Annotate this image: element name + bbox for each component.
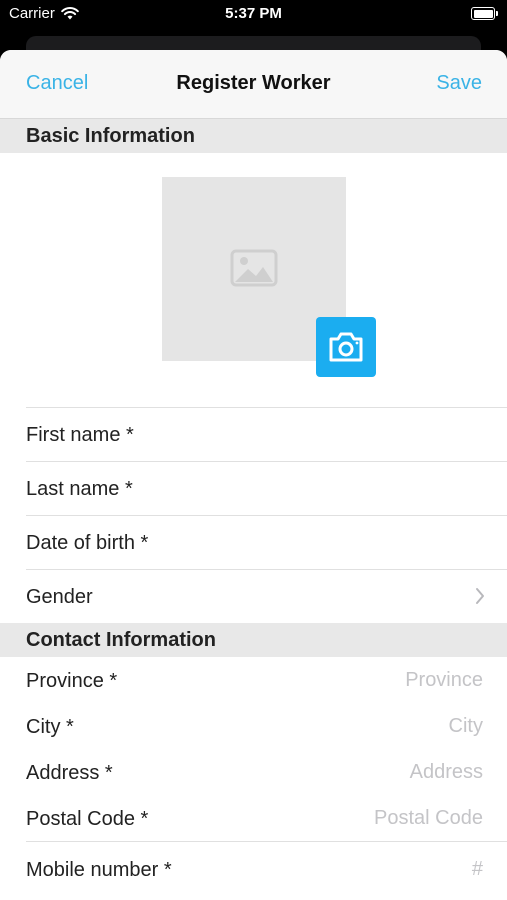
postal-code-input[interactable]: [223, 805, 483, 831]
province-input[interactable]: [223, 667, 483, 693]
city-row: City *: [0, 703, 507, 749]
city-input[interactable]: [223, 713, 483, 739]
page-title: Register Worker: [176, 72, 331, 94]
gender-label: Gender: [26, 586, 93, 608]
status-time: 5:37 PM: [225, 5, 282, 22]
postal-code-label: Postal Code *: [26, 808, 149, 830]
address-input[interactable]: [223, 759, 483, 785]
last-name-field[interactable]: Last name *: [26, 461, 507, 515]
camera-icon: [329, 332, 363, 362]
photo-area: [0, 153, 507, 407]
camera-button[interactable]: [316, 317, 376, 377]
province-row: Province *: [0, 657, 507, 703]
first-name-field[interactable]: First name *: [26, 407, 507, 461]
section-header-basic-information: Basic Information: [0, 119, 507, 153]
navigation-bar: Cancel Register Worker Save: [0, 50, 507, 119]
province-label: Province *: [26, 670, 118, 692]
last-name-label: Last name *: [26, 478, 133, 500]
date-of-birth-field[interactable]: Date of birth *: [26, 515, 507, 569]
mobile-number-row: Mobile number *: [0, 842, 507, 896]
city-label: City *: [26, 716, 74, 738]
section-header-contact-information: Contact Information: [0, 623, 507, 657]
status-bar: Carrier 5:37 PM: [0, 0, 507, 34]
battery-icon: [471, 7, 498, 20]
image-placeholder-icon: [230, 249, 278, 287]
address-label: Address *: [26, 762, 113, 784]
address-row: Address *: [0, 749, 507, 795]
gender-selector[interactable]: Gender: [26, 569, 507, 623]
save-button[interactable]: Save: [436, 72, 482, 95]
register-worker-sheet: Cancel Register Worker Save Basic Inform…: [0, 50, 507, 900]
chevron-right-icon: [476, 588, 484, 604]
postal-code-row: Postal Code *: [0, 795, 507, 841]
mobile-number-label: Mobile number *: [26, 859, 172, 881]
first-name-label: First name *: [26, 424, 134, 446]
date-of-birth-label: Date of birth *: [26, 532, 149, 554]
mobile-number-input[interactable]: [223, 856, 483, 882]
